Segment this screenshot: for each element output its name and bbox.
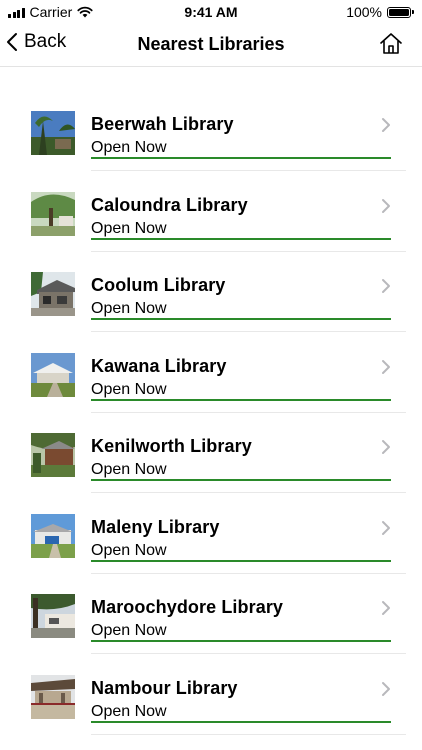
battery-percent: 100%	[346, 4, 382, 20]
library-status: Open Now	[91, 622, 167, 639]
list-item[interactable]: Kenilworth Library Open Now	[0, 420, 422, 501]
row-separator	[91, 250, 406, 252]
library-status: Open Now	[91, 300, 167, 317]
row-separator	[91, 492, 406, 493]
library-name: Coolum Library	[91, 275, 226, 295]
chevron-right-icon	[382, 279, 390, 293]
library-status: Open Now	[91, 461, 167, 478]
library-name: Beerwah Library	[91, 114, 234, 134]
nav-bar: Back Nearest Libraries	[0, 24, 422, 67]
library-status: Open Now	[91, 380, 167, 398]
library-name: Maleny Library	[91, 516, 220, 537]
chevron-right-icon	[382, 440, 390, 454]
list-item[interactable]: Nambour Library Open Now	[0, 662, 422, 743]
chevron-right-icon	[382, 601, 390, 615]
status-indicator-line	[91, 157, 391, 159]
library-name: Kenilworth Library	[91, 436, 252, 456]
library-status: Open Now	[91, 219, 167, 237]
row-separator	[91, 170, 406, 171]
library-name: Kawana Library	[91, 355, 227, 376]
library-status: Open Now	[91, 139, 167, 156]
library-thumbnail	[31, 352, 75, 397]
chevron-right-icon	[382, 359, 390, 374]
list-item[interactable]: Kawana Library Open Now	[0, 340, 422, 421]
status-indicator-line	[91, 479, 391, 481]
row-separator	[91, 733, 406, 735]
library-name: Maroochydore Library	[91, 597, 284, 617]
row-separator	[91, 572, 406, 574]
library-thumbnail	[31, 513, 75, 558]
status-indicator-line	[91, 559, 391, 562]
row-separator	[91, 331, 406, 332]
home-button[interactable]	[378, 31, 404, 57]
library-thumbnail	[31, 272, 75, 316]
battery-icon	[387, 6, 414, 18]
library-status: Open Now	[91, 702, 167, 720]
chevron-right-icon	[382, 681, 390, 696]
status-indicator-line	[91, 640, 391, 642]
row-separator	[91, 653, 406, 654]
status-indicator-line	[91, 318, 391, 320]
library-thumbnail	[31, 111, 75, 155]
chevron-right-icon	[382, 198, 390, 213]
chevron-right-icon	[382, 118, 390, 132]
chevron-right-icon	[382, 520, 390, 535]
library-thumbnail	[31, 191, 75, 236]
library-thumbnail	[31, 433, 75, 477]
list-item[interactable]: Maleny Library Open Now	[0, 501, 422, 582]
list-item[interactable]: Caloundra Library Open Now	[0, 179, 422, 260]
library-thumbnail	[31, 674, 75, 719]
library-name: Caloundra Library	[91, 194, 248, 215]
page-title: Nearest Libraries	[137, 34, 285, 54]
list-item[interactable]: Maroochydore Library Open Now	[0, 581, 422, 662]
library-status: Open Now	[91, 541, 167, 559]
library-name: Nambour Library	[91, 677, 238, 698]
status-indicator-line	[91, 398, 391, 401]
home-icon	[380, 33, 402, 54]
list-item[interactable]: Coolum Library Open Now	[0, 259, 422, 340]
status-right: 100%	[346, 4, 414, 20]
status-bar: Carrier 9:41 AM 100%	[0, 0, 422, 24]
list-item[interactable]: Beerwah Library Open Now	[0, 98, 422, 179]
library-list: Beerwah Library Open Now Caloundra Library…	[0, 98, 422, 742]
status-indicator-line	[91, 237, 391, 240]
status-indicator-line	[91, 720, 391, 723]
library-thumbnail	[31, 594, 75, 638]
row-separator	[91, 411, 406, 413]
